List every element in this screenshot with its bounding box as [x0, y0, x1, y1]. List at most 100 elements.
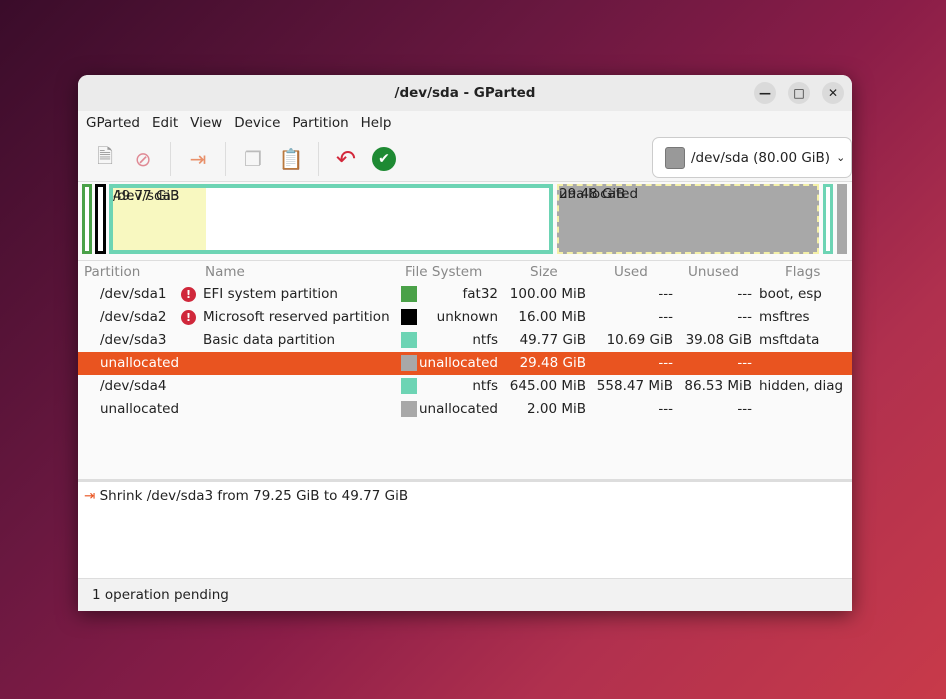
fs-color-swatch — [401, 309, 417, 325]
menu-edit[interactable]: Edit — [146, 111, 184, 136]
table-row[interactable]: /dev/sda1! EFI system partition fat32 100.0… — [78, 283, 852, 306]
cell-unused: 86.53 MiB — [684, 378, 752, 394]
map-unallocated[interactable]: unallocated 29.48 GiB — [557, 184, 819, 254]
undo-icon[interactable]: ↶ — [327, 141, 365, 177]
cell-partition: unallocated — [100, 401, 180, 417]
menu-partition[interactable]: Partition — [286, 111, 354, 136]
device-selector[interactable]: /dev/sda (80.00 GiB) ⌄ — [652, 137, 852, 178]
cell-unused: --- — [737, 309, 752, 325]
chevron-down-icon: ⌄ — [836, 151, 846, 164]
operation-text: Shrink /dev/sda3 from 79.25 GiB to 49.77… — [99, 488, 409, 504]
menu-help[interactable]: Help — [355, 111, 398, 136]
fs-color-swatch — [401, 355, 417, 371]
cell-partition: /dev/sda4 — [100, 378, 167, 394]
fs-color-swatch — [401, 401, 417, 417]
cell-filesystem: unallocated — [418, 355, 498, 371]
operations-pane: ⇥ Shrink /dev/sda3 from 79.25 GiB to 49.… — [78, 479, 852, 579]
fs-color-swatch — [401, 378, 417, 394]
cell-size: 16.00 MiB — [518, 309, 586, 325]
cell-flags: boot, esp — [759, 286, 822, 302]
toolbar: 🗎 ⊘ ⇥ ❐ 📋 ↶ ✔ /dev/sda (80.00 GiB) ⌄ — [78, 136, 852, 182]
partition-map: /dev/sda3 49.77 GiB unallocated 29.48 GiB — [78, 184, 852, 258]
cell-name: EFI system partition — [203, 286, 338, 302]
close-button[interactable]: ✕ — [822, 82, 844, 104]
cell-name: Microsoft reserved partition — [203, 309, 390, 325]
col-name[interactable]: Name — [205, 264, 245, 280]
new-partition-icon[interactable]: 🗎 — [86, 141, 124, 177]
status-bar: 1 operation pending — [78, 578, 852, 611]
cell-used: --- — [658, 286, 673, 302]
col-used[interactable]: Used — [614, 264, 648, 280]
cell-filesystem: ntfs — [472, 332, 498, 348]
window-title: /dev/sda - GParted — [394, 85, 536, 101]
cell-unused: --- — [737, 401, 752, 417]
menu-view[interactable]: View — [184, 111, 228, 136]
map-sda3[interactable]: /dev/sda3 49.77 GiB — [109, 184, 553, 254]
table-row[interactable]: /dev/sda3 Basic data partition ntfs 49.77 G… — [78, 329, 852, 352]
map-unallocated-2[interactable] — [837, 184, 847, 254]
table-row[interactable]: /dev/sda4 ntfs 645.00 MiB 558.47 MiB 86.53 M… — [78, 375, 852, 398]
cell-size: 49.77 GiB — [519, 332, 586, 348]
status-text: 1 operation pending — [92, 587, 229, 603]
cell-filesystem: fat32 — [462, 286, 499, 302]
cell-used: --- — [658, 401, 673, 417]
cell-name: Basic data partition — [203, 332, 336, 348]
cell-partition: unallocated — [100, 355, 180, 371]
cell-used: --- — [658, 355, 673, 371]
operation-item[interactable]: ⇥ Shrink /dev/sda3 from 79.25 GiB to 49.… — [84, 488, 846, 504]
fs-color-swatch — [401, 332, 417, 348]
partition-table: /dev/sda1! EFI system partition fat32 100.0… — [78, 283, 852, 421]
paste-icon[interactable]: 📋 — [272, 141, 310, 177]
device-label: /dev/sda (80.00 GiB) — [691, 149, 831, 166]
copy-icon[interactable]: ❐ — [234, 141, 272, 177]
menu-gparted[interactable]: GParted — [80, 111, 146, 136]
map-sda4[interactable] — [823, 184, 833, 254]
menu-device[interactable]: Device — [228, 111, 286, 136]
col-unused[interactable]: Unused — [688, 264, 739, 280]
cell-used: --- — [658, 309, 673, 325]
col-filesystem[interactable]: File System — [405, 264, 482, 280]
map-unalloc-size: 29.48 GiB — [559, 186, 626, 202]
cell-unused: 39.08 GiB — [685, 332, 752, 348]
col-size[interactable]: Size — [530, 264, 558, 280]
disk-icon — [665, 146, 685, 169]
col-partition[interactable]: Partition — [84, 264, 140, 280]
map-sda1[interactable] — [82, 184, 92, 254]
delete-icon[interactable]: ⊘ — [124, 141, 162, 177]
cell-size: 100.00 MiB — [509, 286, 586, 302]
fs-color-swatch — [401, 286, 417, 302]
cell-used: 10.69 GiB — [606, 332, 673, 348]
cell-unused: --- — [737, 355, 752, 371]
cell-partition: /dev/sda3 — [100, 332, 167, 348]
table-row[interactable]: unallocated unallocated 2.00 MiB --- --- — [78, 398, 852, 421]
gparted-window: /dev/sda - GParted — □ ✕ GParted Edit Vi… — [78, 75, 852, 611]
cell-filesystem: unknown — [436, 309, 498, 325]
resize-icon: ⇥ — [84, 488, 96, 504]
cell-flags: msftres — [759, 309, 810, 325]
warning-icon: ! — [181, 287, 196, 302]
cell-size: 2.00 MiB — [526, 401, 586, 417]
table-header: Partition Name File System Size Used Unu… — [78, 260, 852, 283]
table-row[interactable]: /dev/sda2! Microsoft reserved partition un… — [78, 306, 852, 329]
cell-partition: /dev/sda2 — [100, 309, 167, 325]
map-sda2[interactable] — [95, 184, 106, 254]
table-row[interactable]: unallocated unallocated 29.48 GiB --- --- — [78, 352, 852, 375]
cell-size: 645.00 MiB — [509, 378, 586, 394]
warning-icon: ! — [181, 310, 196, 325]
cell-flags: msftdata — [759, 332, 820, 348]
map-sda3-size: 49.77 GiB — [113, 188, 180, 204]
menu-bar: GParted Edit View Device Partition Help — [78, 111, 852, 136]
cell-size: 29.48 GiB — [519, 355, 586, 371]
cell-partition: /dev/sda1 — [100, 286, 167, 302]
resize-move-icon[interactable]: ⇥ — [179, 141, 217, 177]
maximize-button[interactable]: □ — [788, 82, 810, 104]
cell-flags: hidden, diag — [759, 378, 844, 394]
cell-filesystem: ntfs — [472, 378, 498, 394]
cell-filesystem: unallocated — [418, 401, 498, 417]
apply-icon[interactable]: ✔ — [365, 141, 403, 177]
minimize-button[interactable]: — — [754, 82, 776, 104]
cell-unused: --- — [737, 286, 752, 302]
col-flags[interactable]: Flags — [785, 264, 820, 280]
cell-used: 558.47 MiB — [596, 378, 673, 394]
title-bar: /dev/sda - GParted — □ ✕ — [78, 75, 852, 111]
